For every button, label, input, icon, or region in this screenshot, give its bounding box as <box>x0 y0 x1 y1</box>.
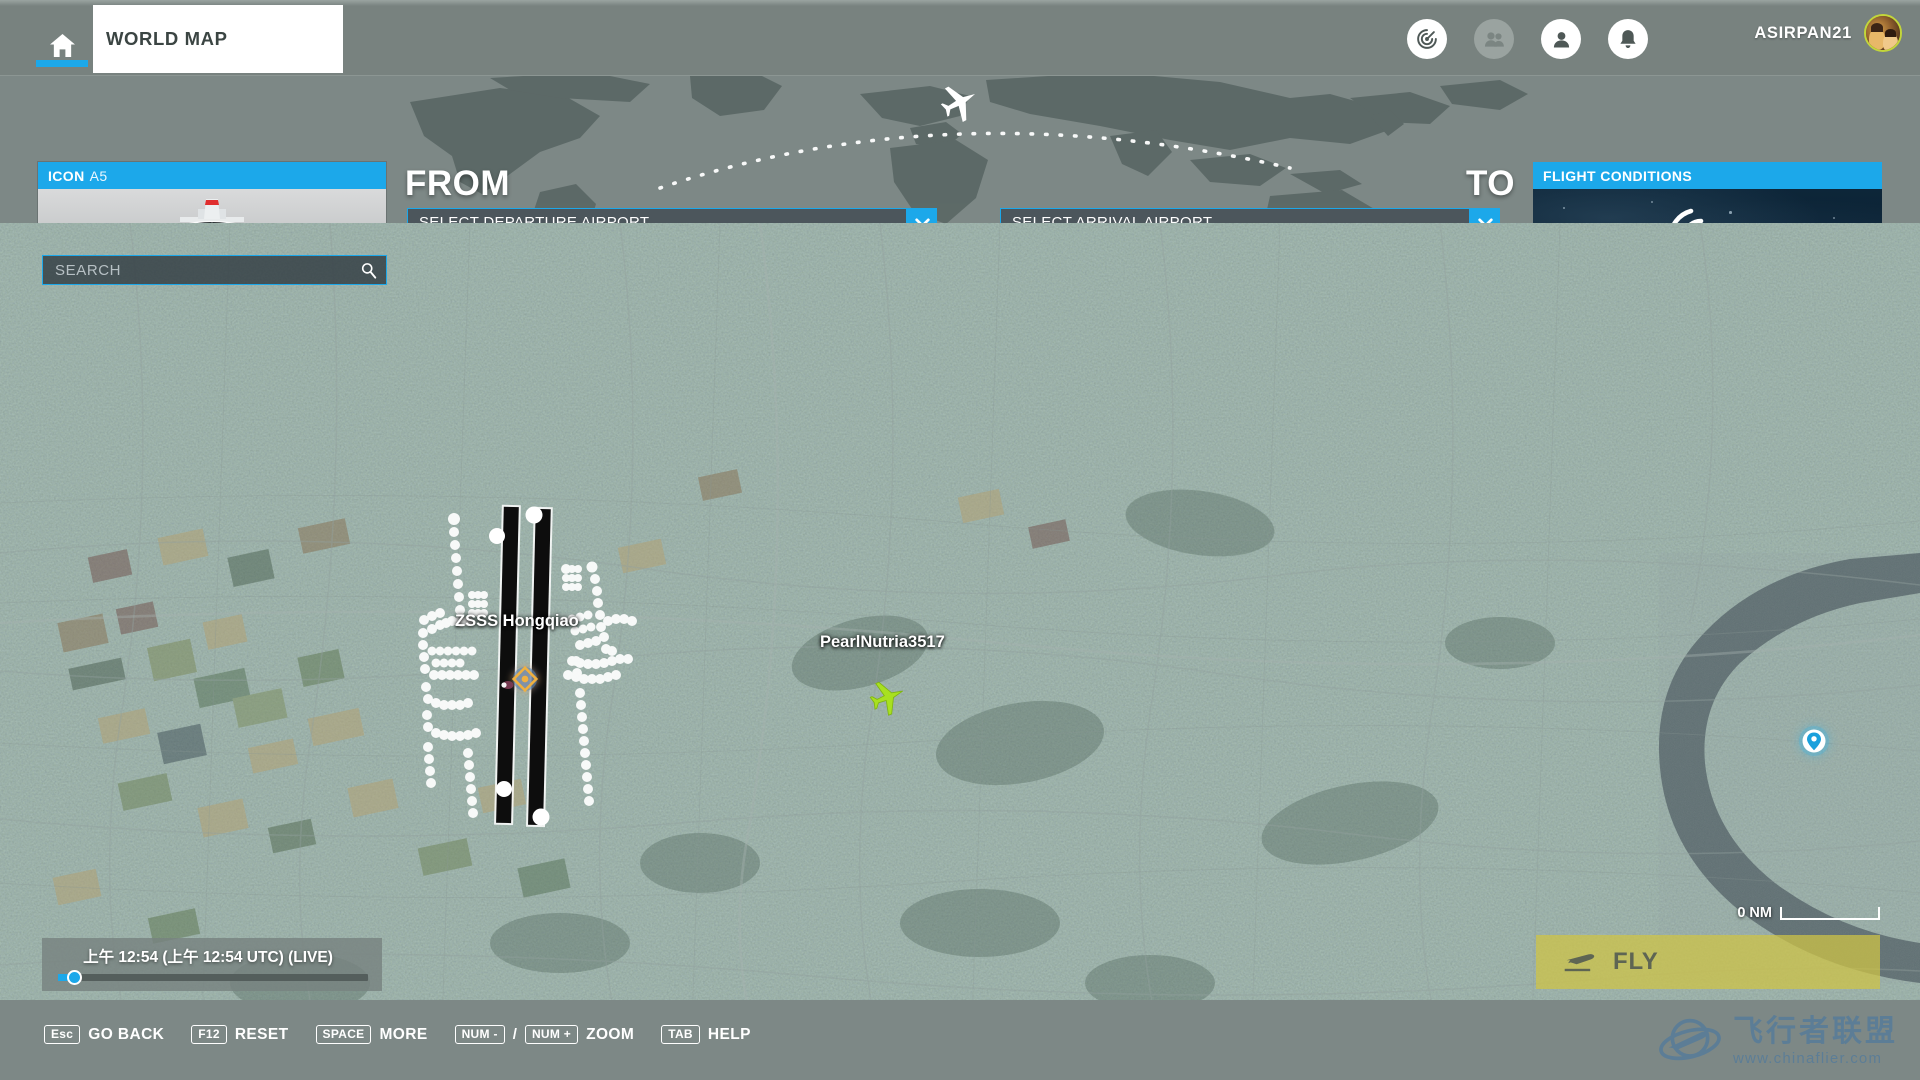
profile-icon[interactable] <box>1541 19 1581 59</box>
arrival-airport-row: SELECT ARRIVAL AIRPORT <box>1000 208 1500 223</box>
notifications-bell-icon[interactable] <box>1608 19 1648 59</box>
selected-aircraft-panel[interactable]: ICON A5 <box>38 162 386 223</box>
search-icon <box>361 262 377 279</box>
watermark-url: www.chinaflier.com <box>1733 1050 1883 1067</box>
search-input[interactable]: SEARCH <box>42 255 387 285</box>
user-profile-button[interactable]: ASIRPAN21 <box>1754 14 1902 52</box>
world-map-screen: ZSSS Hongqiao PearlNutria3517 SEARCH 上午 … <box>0 0 1920 1080</box>
shortcut-help[interactable]: TAB HELP <box>661 1025 751 1044</box>
tab-world-map[interactable]: WORLD MAP <box>93 5 343 73</box>
departure-airport-dropdown-button[interactable] <box>907 208 937 223</box>
fly-button[interactable]: FLY <box>1536 935 1880 989</box>
live-weather-moon-icon <box>1672 208 1704 223</box>
point-of-interest-pin-icon <box>1799 726 1829 756</box>
shortcut-reset[interactable]: F12 RESET <box>191 1025 288 1044</box>
site-watermark: 飞行者联盟 www.chinaflier.com <box>1657 1016 1898 1068</box>
watermark-text: 飞行者联盟 www.chinaflier.com <box>1733 1015 1898 1068</box>
time-slider-handle[interactable] <box>67 970 82 985</box>
scale-ruler <box>1780 906 1880 920</box>
top-navigation-bar: WORLD MAP ASIRPAN21 <box>0 0 1920 76</box>
aircraft-model: A5 <box>89 167 108 184</box>
key-tab: TAB <box>661 1025 700 1044</box>
home-active-indicator <box>36 60 88 67</box>
profile-glyph <box>1553 31 1569 47</box>
watermark-chinese: 飞行者联盟 <box>1733 1015 1898 1048</box>
username-label: ASIRPAN21 <box>1754 23 1852 42</box>
arrival-airport-select[interactable]: SELECT ARRIVAL AIRPORT <box>1000 208 1470 223</box>
departure-airport-value: SELECT DEPARTURE AIRPORT <box>419 214 650 223</box>
tab-world-map-label: WORLD MAP <box>106 28 228 49</box>
radar-glyph <box>1417 29 1437 49</box>
time-display: 上午 12:54 (上午 12:54 UTC) (LIVE) <box>83 949 333 966</box>
shortcut-label-reset: RESET <box>234 1025 289 1043</box>
arrival-airport-value: SELECT ARRIVAL AIRPORT <box>1012 214 1213 223</box>
scale-label: 0 NM <box>1737 905 1772 921</box>
departure-airport-select[interactable]: SELECT DEPARTURE AIRPORT <box>407 208 907 223</box>
bell-glyph <box>1620 29 1636 48</box>
friends-icon[interactable] <box>1474 19 1514 59</box>
parking-spot-diamond-icon <box>511 665 539 693</box>
friends-glyph <box>1484 31 1504 47</box>
key-space: SPACE <box>315 1025 372 1044</box>
avatar-hair-2 <box>1885 29 1896 37</box>
chevron-down-icon <box>1477 217 1493 223</box>
world-silhouette <box>390 76 1530 223</box>
flight-conditions-thumbnail <box>1533 189 1882 223</box>
flight-conditions-panel[interactable]: FLIGHT CONDITIONS <box>1533 162 1882 223</box>
shortcut-more[interactable]: SPACE MORE <box>315 1025 428 1044</box>
shortcut-label-more: MORE <box>379 1025 428 1043</box>
departure-airport-row: SELECT DEPARTURE AIRPORT <box>407 208 937 223</box>
key-f12: F12 <box>191 1025 227 1044</box>
key-num-plus: NUM + <box>524 1025 579 1044</box>
map-scale-bar: 0 NM <box>1737 905 1880 921</box>
flight-conditions-header: FLIGHT CONDITIONS <box>1533 162 1882 189</box>
icon-a5-illustration <box>180 199 244 223</box>
arrival-airport-dropdown-button[interactable] <box>1470 208 1500 223</box>
time-of-day-slider[interactable]: 上午 12:54 (上午 12:54 UTC) (LIVE) <box>42 938 382 991</box>
aircraft-panel-header: ICON A5 <box>38 162 386 189</box>
shortcut-separator: / <box>512 1026 517 1043</box>
radar-icon[interactable] <box>1407 19 1447 59</box>
to-heading: TO <box>1466 164 1515 203</box>
shortcut-label-go-back: GO BACK <box>88 1025 165 1043</box>
home-icon <box>49 33 75 57</box>
key-num-minus: NUM - <box>454 1025 505 1044</box>
key-esc: Esc <box>44 1025 81 1044</box>
avatar-hair-1 <box>1871 23 1883 32</box>
avatar[interactable] <box>1864 14 1902 52</box>
time-slider-track[interactable] <box>58 970 368 985</box>
aircraft-thumbnail <box>38 189 386 223</box>
flight-plan-bar: ICON A5 FROM SELECT DEPARTURE AIRPORT TO… <box>0 76 1920 223</box>
flight-conditions-title: FLIGHT CONDITIONS <box>1543 167 1693 184</box>
shortcut-go-back[interactable]: Esc GO BACK <box>44 1025 164 1044</box>
shortcut-zoom[interactable]: NUM - / NUM + ZOOM <box>454 1025 635 1044</box>
takeoff-plane-icon <box>1564 954 1595 972</box>
fly-button-label: FLY <box>1613 948 1659 975</box>
shortcut-label-help: HELP <box>707 1025 751 1043</box>
plane-orbit-logo-icon <box>1659 1018 1721 1061</box>
world-map-backdrop <box>390 76 1530 223</box>
from-heading: FROM <box>405 164 511 203</box>
nav-icon-group <box>1407 19 1648 59</box>
chevron-down-icon <box>914 217 930 223</box>
shortcut-label-zoom: ZOOM <box>586 1025 635 1043</box>
keyboard-shortcuts: Esc GO BACK F12 RESET SPACE MORE NUM - /… <box>44 1025 751 1044</box>
aircraft-brand: ICON <box>48 167 85 184</box>
footer-bar: Esc GO BACK F12 RESET SPACE MORE NUM - /… <box>0 1000 1920 1080</box>
search-placeholder: SEARCH <box>55 261 122 279</box>
